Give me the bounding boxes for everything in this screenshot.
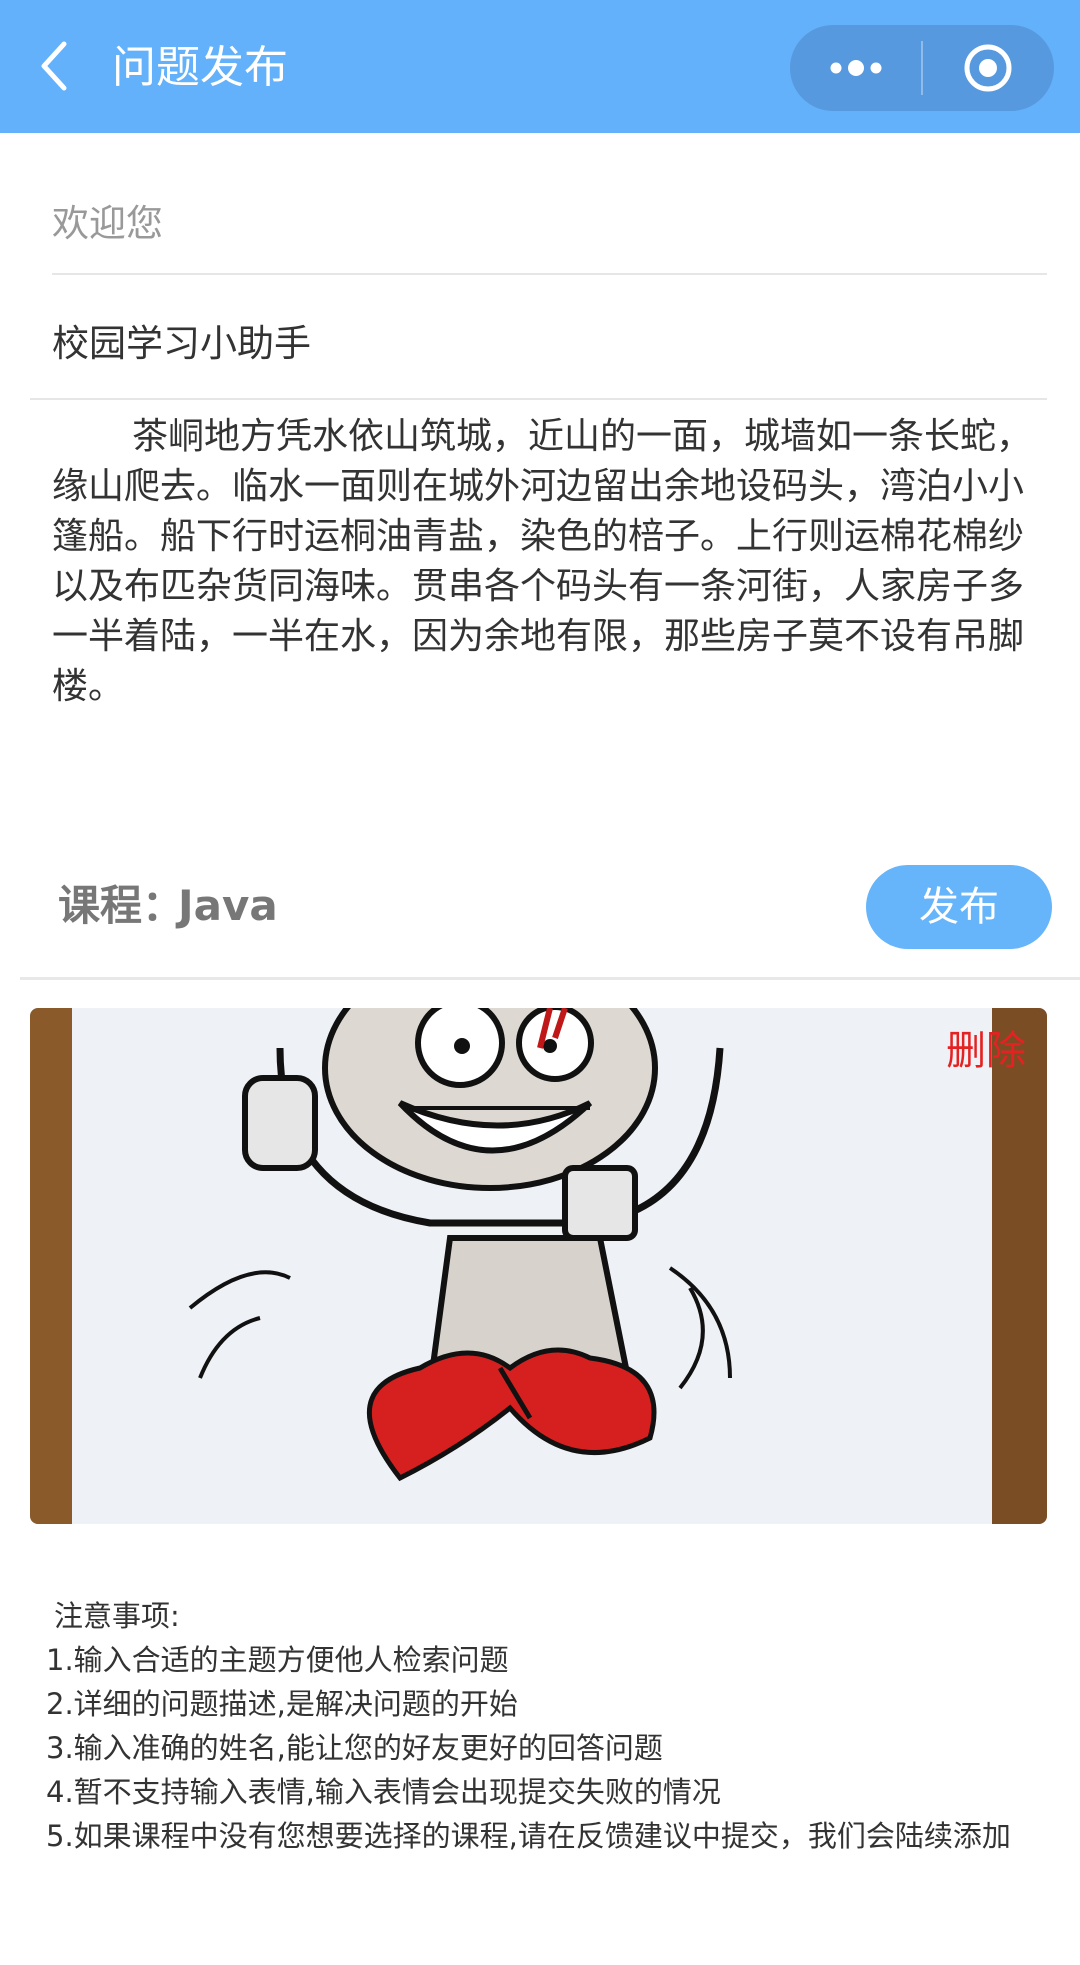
note-item: 5.如果课程中没有您想要选择的课程,请在反馈建议中提交，我们会陆续添加 — [46, 1819, 1011, 1853]
navigation-bar: 问题发布 — [0, 0, 1080, 133]
page: 问题发布 欢迎您 校园学习小助手 茶峒地方凭水依山筑城，近山的一面，城墙如一条长… — [0, 0, 1080, 1965]
notes-section: 注意事项: 1.输入合适的主题方便他人检索问题 2.详细的问题描述,是解决问题的… — [46, 1594, 1056, 1858]
target-circle-icon — [964, 44, 1012, 92]
divider — [52, 273, 1047, 275]
page-title: 问题发布 — [112, 42, 288, 93]
subject-field[interactable]: 校园学习小助手 — [52, 316, 311, 372]
close-button[interactable] — [923, 25, 1054, 111]
publish-button[interactable]: 发布 — [866, 865, 1052, 949]
divider — [20, 977, 1080, 980]
uploaded-drawing-image — [30, 1008, 1047, 1524]
note-item: 2.详细的问题描述,是解决问题的开始 — [46, 1687, 518, 1721]
note-item: 4.暂不支持输入表情,输入表情会出现提交失败的情况 — [46, 1775, 721, 1809]
delete-image-button[interactable]: 删除 — [946, 1025, 1026, 1077]
back-button[interactable] — [34, 38, 80, 94]
notes-title: 注意事项: — [54, 1599, 180, 1633]
more-button[interactable] — [790, 25, 921, 111]
more-dots-icon — [830, 60, 882, 76]
course-label: 课程： — [58, 881, 185, 930]
welcome-field[interactable]: 欢迎您 — [52, 196, 163, 252]
mini-program-capsule — [790, 25, 1054, 111]
note-item: 1.输入合适的主题方便他人检索问题 — [46, 1643, 509, 1677]
description-textarea[interactable]: 茶峒地方凭水依山筑城，近山的一面，城墙如一条长蛇，缘山爬去。临水一面则在城外河边… — [52, 412, 1050, 712]
divider — [30, 398, 1047, 400]
chevron-left-icon — [41, 41, 67, 91]
note-item: 3.输入准确的姓名,能让您的好友更好的回答问题 — [46, 1731, 663, 1765]
uploaded-image[interactable] — [30, 1008, 1047, 1524]
course-picker[interactable]: Java — [178, 876, 278, 936]
